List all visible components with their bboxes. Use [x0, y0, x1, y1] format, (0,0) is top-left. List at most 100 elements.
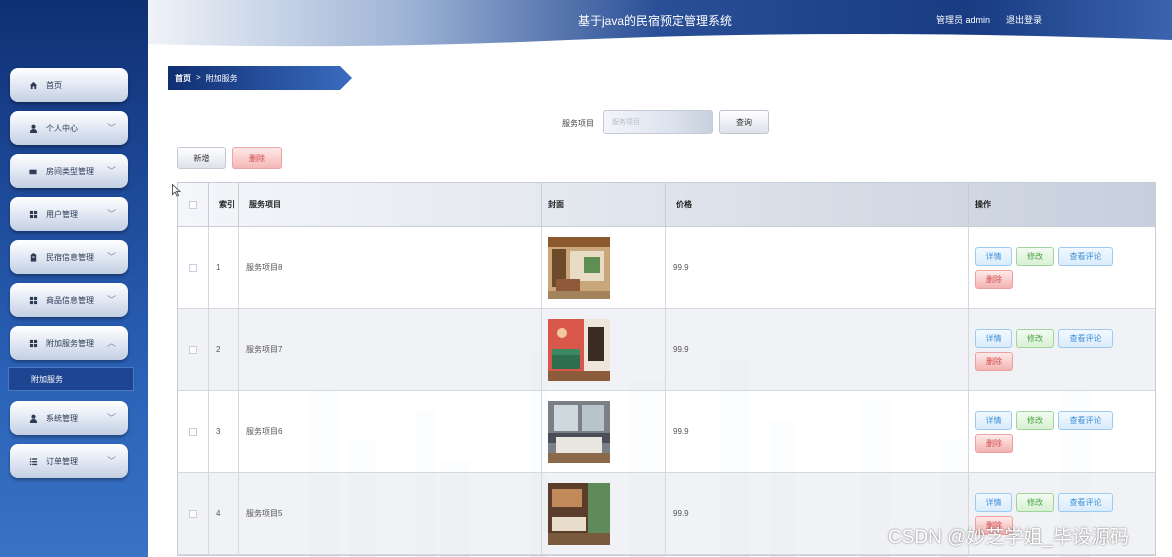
user-info: 管理员 admin [936, 15, 991, 25]
breadcrumb: 首页 > 附加服务 [168, 66, 352, 90]
breadcrumb-current: 附加服务 [205, 74, 238, 83]
sidebar-item-label: 附加服务管理 [46, 338, 94, 348]
edit-button[interactable]: 修改 [1016, 492, 1054, 512]
row-checkbox[interactable] [189, 509, 197, 518]
service-table: 索引 服务项目 封面 价格 操作 1 服务项目8 99.9 详情 修改 查看评论… [177, 182, 1156, 556]
detail-button[interactable]: 详情 [975, 246, 1012, 266]
chevron-down-icon: ﹀ [106, 209, 116, 219]
row-cover-cell [542, 227, 666, 308]
grid-icon [28, 338, 38, 348]
sidebar-item-label: 个人中心 [46, 123, 78, 133]
row-name: 服务项目5 [239, 473, 542, 554]
list-icon [28, 456, 38, 466]
cover-image[interactable] [548, 400, 610, 463]
table-row: 2 服务项目7 99.9 详情 修改 查看评论 删除 [178, 309, 1155, 391]
header-name: 服务项目 [239, 183, 542, 226]
cover-image[interactable] [548, 482, 610, 545]
chevron-down-icon: ﹀ [106, 252, 116, 262]
row-actions: 详情 修改 查看评论 删除 [969, 309, 1155, 390]
grid-icon [28, 295, 38, 305]
row-name: 服务项目8 [239, 227, 542, 308]
detail-button[interactable]: 详情 [975, 410, 1012, 430]
sidebar-item-label: 首页 [46, 80, 62, 90]
query-button[interactable]: 查询 [719, 110, 769, 134]
table-row: 1 服务项目8 99.9 详情 修改 查看评论 删除 [178, 227, 1155, 309]
logout-link[interactable]: 退出登录 [1006, 13, 1042, 26]
view-comments-button[interactable]: 查看评论 [1058, 492, 1113, 512]
row-index: 2 [209, 309, 239, 390]
sidebar-item-label: 民宿信息管理 [46, 252, 94, 262]
edit-button[interactable]: 修改 [1016, 328, 1054, 348]
row-price: 99.9 [666, 391, 969, 472]
row-cover-cell [542, 473, 666, 554]
sidebar-item-users[interactable]: 用户管理 ﹀ [10, 197, 128, 231]
row-price: 99.9 [666, 309, 969, 390]
search-label: 服务项目 [562, 119, 594, 128]
table-row: 3 服务项目6 99.9 详情 修改 查看评论 删除 [178, 391, 1155, 473]
bed-icon [28, 166, 38, 176]
sidebar-item-orders[interactable]: 订单管理 ﹀ [10, 444, 128, 478]
view-comments-button[interactable]: 查看评论 [1058, 246, 1113, 266]
table-header: 索引 服务项目 封面 价格 操作 [178, 183, 1155, 227]
select-all-checkbox[interactable] [189, 200, 197, 209]
row-checkbox[interactable] [189, 263, 197, 272]
breadcrumb-home[interactable]: 首页 [175, 73, 191, 84]
detail-button[interactable]: 详情 [975, 328, 1012, 348]
view-comments-button[interactable]: 查看评论 [1058, 328, 1113, 348]
search-input[interactable] [603, 110, 713, 134]
delete-button[interactable]: 删除 [975, 269, 1013, 289]
watermark: CSDN @妙芝学姐_毕设源码 [888, 527, 1129, 548]
chevron-down-icon: ﹀ [106, 413, 116, 423]
sidebar-item-room-type[interactable]: 房间类型管理 ﹀ [10, 154, 128, 188]
sidebar-subitem-extra-service[interactable]: 附加服务 [8, 367, 134, 391]
row-checkbox[interactable] [189, 345, 197, 354]
row-index: 4 [209, 473, 239, 554]
batch-delete-button[interactable]: 删除 [232, 147, 282, 169]
chevron-down-icon: ﹀ [106, 456, 116, 466]
home-icon [28, 80, 38, 90]
row-select-cell [178, 227, 209, 308]
sidebar-item-label: 系统管理 [46, 413, 78, 423]
row-price: 99.9 [666, 227, 969, 308]
header-price: 价格 [666, 183, 969, 226]
delete-button[interactable]: 删除 [975, 433, 1013, 453]
sidebar-item-homestay[interactable]: 民宿信息管理 ﹀ [10, 240, 128, 274]
cover-image[interactable] [548, 318, 610, 381]
row-checkbox[interactable] [189, 427, 197, 436]
breadcrumb-text: 首页 > 附加服务 [175, 73, 238, 84]
sidebar-item-label: 商品信息管理 [46, 295, 94, 305]
select-all-cell [178, 183, 209, 226]
header-cover: 封面 [542, 183, 666, 226]
cover-image[interactable] [548, 236, 610, 299]
row-name: 服务项目7 [239, 309, 542, 390]
edit-button[interactable]: 修改 [1016, 410, 1054, 430]
add-button[interactable]: 新增 [177, 147, 226, 169]
user-icon [28, 413, 38, 423]
row-cover-cell [542, 309, 666, 390]
row-cover-cell [542, 391, 666, 472]
chevron-down-icon: ﹀ [106, 295, 116, 305]
sidebar: 首页 个人中心 ﹀ 房间类型管理 ﹀ 用户管理 ﹀ 民宿信息管理 ﹀ 商品信息管… [0, 0, 148, 557]
breadcrumb-separator: > [196, 73, 201, 82]
clipboard-icon [28, 252, 38, 262]
row-name: 服务项目6 [239, 391, 542, 472]
user-icon [28, 123, 38, 133]
sidebar-item-profile[interactable]: 个人中心 ﹀ [10, 111, 128, 145]
edit-button[interactable]: 修改 [1016, 246, 1054, 266]
view-comments-button[interactable]: 查看评论 [1058, 410, 1113, 430]
row-select-cell [178, 309, 209, 390]
sidebar-item-label: 用户管理 [46, 209, 78, 219]
sidebar-item-label: 订单管理 [46, 456, 78, 466]
top-header: 基于java的民宿预定管理系统 管理员 admin 退出登录 [148, 0, 1172, 52]
sidebar-item-label: 房间类型管理 [46, 166, 94, 176]
chevron-up-icon: ︿ [106, 338, 116, 348]
sidebar-item-system[interactable]: 系统管理 ﹀ [10, 401, 128, 435]
delete-button[interactable]: 删除 [975, 351, 1013, 371]
sidebar-item-home[interactable]: 首页 [10, 68, 128, 102]
detail-button[interactable]: 详情 [975, 492, 1012, 512]
row-select-cell [178, 391, 209, 472]
row-select-cell [178, 473, 209, 554]
sidebar-item-extra-service[interactable]: 附加服务管理 ︿ [10, 326, 128, 360]
header-index: 索引 [209, 183, 239, 226]
sidebar-item-goods[interactable]: 商品信息管理 ﹀ [10, 283, 128, 317]
